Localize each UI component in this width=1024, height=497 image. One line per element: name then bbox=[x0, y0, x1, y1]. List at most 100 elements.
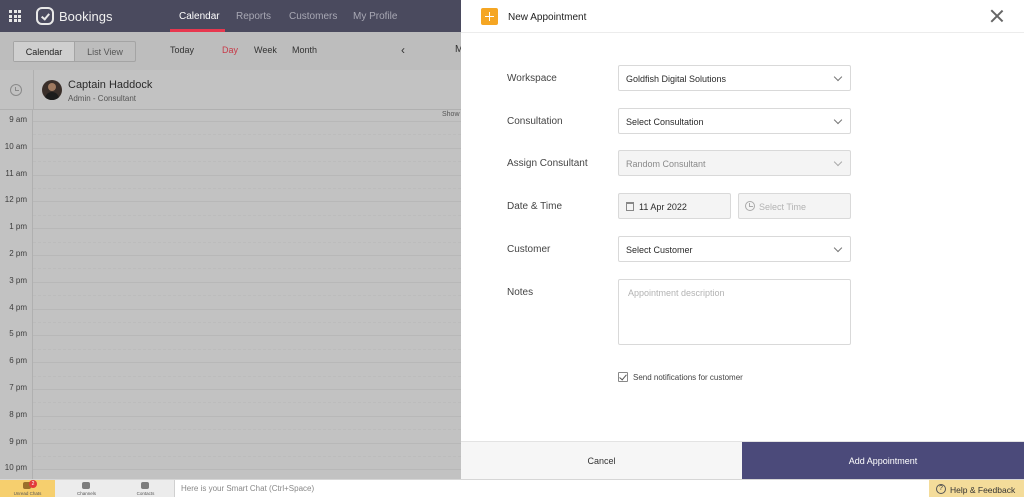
avatar bbox=[42, 80, 62, 100]
customer-label: Customer bbox=[507, 244, 551, 255]
half-hour-gridline bbox=[33, 241, 461, 243]
half-hour-gridline bbox=[33, 402, 461, 404]
time-label: 6 pm bbox=[9, 356, 27, 366]
hour-gridline bbox=[33, 147, 461, 149]
bookings-logo-icon bbox=[36, 7, 54, 25]
show-more-link[interactable]: Show bbox=[442, 111, 460, 118]
hour-gridline bbox=[33, 469, 461, 471]
half-hour-gridline bbox=[33, 375, 461, 377]
previous-date-button[interactable]: ‹ bbox=[401, 43, 405, 57]
date-time-label: Date & Time bbox=[507, 201, 563, 212]
time-label: 10 am bbox=[4, 141, 27, 151]
hour-gridline bbox=[33, 335, 461, 337]
staff-name: Captain Haddock bbox=[68, 79, 153, 91]
panel-header: New Appointment bbox=[461, 0, 1024, 33]
time-field[interactable]: Select Time bbox=[738, 193, 851, 219]
day-calendar: Captain Haddock Admin - Consultant Show … bbox=[0, 70, 461, 484]
date-field[interactable]: 11 Apr 2022 bbox=[618, 193, 731, 219]
hour-gridline bbox=[33, 308, 461, 310]
notes-textarea[interactable]: Appointment description bbox=[618, 279, 851, 345]
time-label: 9 pm bbox=[9, 436, 27, 446]
time-placeholder: Select Time bbox=[759, 202, 807, 212]
chevron-down-icon bbox=[833, 115, 843, 125]
calendar-icon bbox=[626, 202, 634, 211]
customer-value: Select Customer bbox=[626, 245, 693, 255]
clock-icon bbox=[745, 201, 755, 211]
chevron-down-icon bbox=[833, 157, 843, 167]
consultation-label: Consultation bbox=[507, 116, 563, 127]
calendar-header: Captain Haddock Admin - Consultant bbox=[0, 70, 461, 110]
today-button[interactable]: Today bbox=[170, 45, 194, 55]
consultation-value: Select Consultation bbox=[626, 117, 704, 127]
notify-customer-checkbox[interactable] bbox=[618, 372, 628, 382]
customer-select[interactable]: Select Customer bbox=[618, 236, 851, 262]
time-label: 2 pm bbox=[9, 249, 27, 258]
cancel-button[interactable]: Cancel bbox=[461, 442, 742, 480]
staff-role: Admin - Consultant bbox=[68, 94, 137, 103]
chevron-down-icon bbox=[833, 72, 843, 82]
bottom-bar: 2 Unread Chats Channels Contacts Here is… bbox=[0, 479, 1024, 497]
date-value: 11 Apr 2022 bbox=[639, 202, 687, 212]
workspace-select[interactable]: Goldfish Digital Solutions bbox=[618, 65, 851, 91]
time-label: 4 pm bbox=[9, 302, 27, 312]
month-view-button[interactable]: Month bbox=[292, 45, 317, 55]
calendar-toolbar: Calendar List View Today Day Week Month … bbox=[0, 32, 463, 70]
hour-gridline bbox=[33, 281, 461, 283]
hour-gridline bbox=[33, 362, 461, 364]
calendar-view-button[interactable]: Calendar bbox=[14, 42, 75, 61]
hour-gridline bbox=[33, 415, 461, 417]
notify-customer-label[interactable]: Send notifications for customer bbox=[633, 373, 743, 382]
notes-label: Notes bbox=[507, 287, 534, 298]
tab-customers[interactable]: Customers bbox=[289, 11, 337, 22]
consultant-value: Random Consultant bbox=[626, 159, 706, 169]
hour-gridline bbox=[33, 201, 461, 203]
contact-icon bbox=[141, 482, 149, 489]
contacts-button[interactable]: Contacts bbox=[118, 480, 173, 497]
time-column: 9 am 10 am 11 am 12 pm 1 pm 2 pm 3 pm 4 pm 5 pm 6… bbox=[0, 110, 33, 479]
app-grid-icon[interactable] bbox=[9, 10, 21, 22]
time-label: 10 pm bbox=[4, 463, 27, 473]
panel-title: New Appointment bbox=[508, 12, 587, 23]
notes-placeholder: Appointment description bbox=[628, 288, 725, 298]
workspace-label: Workspace bbox=[507, 73, 557, 84]
hour-gridline bbox=[33, 228, 461, 230]
close-icon[interactable] bbox=[990, 9, 1004, 23]
app-title: Bookings bbox=[59, 9, 113, 24]
help-feedback-button[interactable]: ? Help & Feedback bbox=[929, 480, 1024, 497]
unread-chats-button[interactable]: 2 Unread Chats bbox=[0, 480, 55, 497]
time-label: 11 am bbox=[5, 168, 27, 178]
half-hour-gridline bbox=[33, 214, 461, 216]
time-label: 8 pm bbox=[9, 409, 27, 419]
time-label: 12 pm bbox=[4, 195, 27, 205]
unread-count-badge: 2 bbox=[29, 480, 37, 488]
half-hour-gridline bbox=[33, 456, 461, 457]
channels-button[interactable]: Channels bbox=[59, 480, 114, 497]
add-appointment-button[interactable]: Add Appointment bbox=[742, 442, 1024, 480]
chevron-down-icon bbox=[833, 243, 843, 253]
help-icon: ? bbox=[936, 484, 946, 494]
workspace-value: Goldfish Digital Solutions bbox=[626, 74, 727, 84]
tab-calendar[interactable]: Calendar bbox=[179, 11, 220, 22]
list-view-button[interactable]: List View bbox=[75, 42, 135, 61]
hour-gridline bbox=[33, 255, 461, 256]
half-hour-gridline bbox=[33, 429, 461, 431]
half-hour-gridline bbox=[33, 161, 461, 163]
week-view-button[interactable]: Week bbox=[254, 45, 277, 55]
consultation-select[interactable]: Select Consultation bbox=[618, 108, 851, 134]
panel-footer: Cancel Add Appointment bbox=[461, 441, 1024, 480]
smart-chat-input[interactable]: Here is your Smart Chat (Ctrl+Space) bbox=[174, 480, 929, 497]
half-hour-gridline bbox=[33, 188, 461, 189]
hour-gridline bbox=[33, 442, 461, 444]
hour-gridline bbox=[33, 174, 461, 176]
plus-icon bbox=[481, 8, 498, 25]
half-hour-gridline bbox=[33, 295, 461, 297]
hour-gridline bbox=[33, 121, 461, 122]
half-hour-gridline bbox=[33, 134, 461, 136]
day-view-button[interactable]: Day bbox=[222, 45, 238, 55]
consultant-select[interactable]: Random Consultant bbox=[618, 150, 851, 176]
time-label: 7 pm bbox=[9, 383, 27, 392]
clock-icon bbox=[10, 84, 22, 96]
half-hour-gridline bbox=[33, 268, 461, 270]
tab-my-profile[interactable]: My Profile bbox=[353, 11, 397, 22]
tab-reports[interactable]: Reports bbox=[236, 11, 271, 22]
